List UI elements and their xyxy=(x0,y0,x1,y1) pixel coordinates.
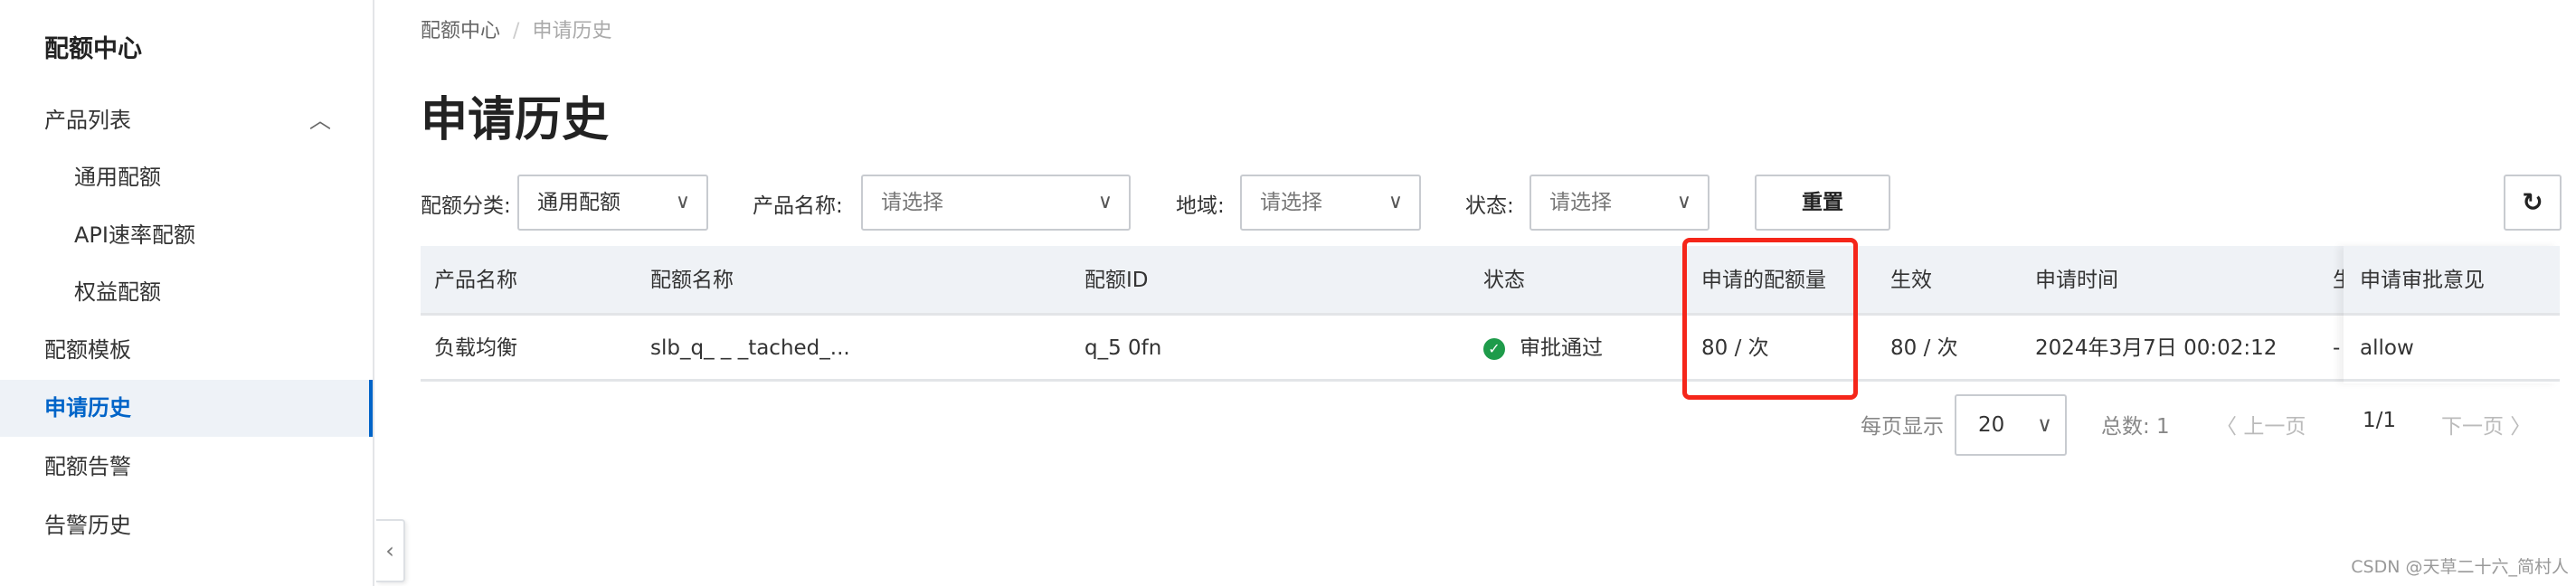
region-label: 地域: xyxy=(1176,194,1225,218)
product-select[interactable]: 请选择 ∨ xyxy=(861,175,1131,231)
fixed-column-approval-opinion: 申请审批意见 allow xyxy=(2344,246,2560,383)
category-label: 配额分类: xyxy=(421,194,511,218)
sidebar: 配额中心 产品列表 ︿ 通用配额 API速率配额 权益配额 配额模板 申请历史 配… xyxy=(0,0,374,586)
select-placeholder: 请选择 xyxy=(881,191,943,214)
sidebar-item-application-history[interactable]: 申请历史 xyxy=(0,380,373,437)
refresh-button[interactable]: ↻ xyxy=(2504,175,2562,231)
breadcrumb-current: 申请历史 xyxy=(532,20,612,43)
collapse-sidebar-button[interactable]: ‹ xyxy=(376,519,405,582)
breadcrumb-link[interactable]: 配额中心 xyxy=(421,20,500,43)
status-label: 状态: xyxy=(1465,194,1514,218)
status-select[interactable]: 请选择 ∨ xyxy=(1530,175,1709,231)
chevron-down-icon: ∨ xyxy=(1676,191,1691,213)
table-header: 产品名称 配额名称 配额ID 状态 申请的配额量 生效 申请时间 生 xyxy=(421,246,2560,316)
status-text: 审批通过 xyxy=(1520,336,1603,360)
cell-quota-id: q_5 0fn xyxy=(1084,336,1162,360)
sidebar-title: 配额中心 xyxy=(44,35,142,63)
per-page-value: 20 xyxy=(1978,413,2005,437)
product-label: 产品名称: xyxy=(753,194,843,218)
sidebar-item-api-rate-quota[interactable]: API速率配额 xyxy=(0,207,373,263)
cell-quota-name: slb_q_ _ _tached_... xyxy=(650,336,850,360)
chevron-left-icon: 〈 xyxy=(2216,415,2244,439)
next-page-button[interactable]: 下一页 〉 xyxy=(2441,409,2531,440)
col-status: 状态 xyxy=(1483,269,1525,292)
chevron-up-icon: ︿ xyxy=(309,108,331,133)
chevron-down-icon: ∨ xyxy=(2037,413,2052,437)
cell-clipped: - xyxy=(2333,336,2341,360)
chevron-left-icon: ‹ xyxy=(385,538,394,563)
breadcrumb: 配额中心 / 申请历史 xyxy=(421,20,612,43)
cell-approval-opinion: allow xyxy=(2360,336,2414,360)
prev-label: 上一页 xyxy=(2243,415,2306,439)
table-row: 负载均衡 slb_q_ _ _tached_... q_5 0fn ✓ 审批通过 … xyxy=(421,316,2560,382)
col-apply-time: 申请时间 xyxy=(2035,269,2118,292)
cell-status: ✓ 审批通过 xyxy=(1483,316,1603,381)
total-count: 总数: 1 xyxy=(2101,415,2170,439)
chevron-down-icon: ∨ xyxy=(675,191,690,213)
sidebar-item-product-list[interactable]: 产品列表 ︿ xyxy=(0,92,373,148)
chevron-right-icon: 〉 xyxy=(2504,415,2532,439)
sidebar-item-quota-alert[interactable]: 配额告警 xyxy=(0,439,373,495)
per-page-select[interactable]: 20 ∨ xyxy=(1955,394,2067,456)
select-value: 通用配额 xyxy=(537,191,620,214)
col-quota-name: 配额名称 xyxy=(650,269,734,292)
history-table: 产品名称 配额名称 配额ID 状态 申请的配额量 生效 申请时间 生 负载均衡 … xyxy=(421,246,2560,383)
chevron-down-icon: ∨ xyxy=(1097,191,1113,213)
select-placeholder: 请选择 xyxy=(1260,191,1322,214)
sidebar-item-alert-history[interactable]: 告警历史 xyxy=(0,497,373,553)
next-label: 下一页 xyxy=(2441,415,2504,439)
per-page-label: 每页显示 xyxy=(1861,415,1944,439)
page-indicator: 1/1 xyxy=(2363,409,2397,432)
highlight-box xyxy=(1682,238,1858,400)
col-effective: 生效 xyxy=(1890,269,1932,292)
page-title: 申请历史 xyxy=(421,93,610,147)
cell-product-name: 负载均衡 xyxy=(434,336,517,360)
prev-page-button[interactable]: 〈 上一页 xyxy=(2216,409,2306,440)
watermark: CSDN @天草二十六_简村人 xyxy=(2351,557,2569,577)
sidebar-item-general-quota[interactable]: 通用配额 xyxy=(0,149,373,205)
refresh-icon: ↻ xyxy=(2522,187,2543,217)
chevron-down-icon: ∨ xyxy=(1387,191,1403,213)
region-select[interactable]: 请选择 ∨ xyxy=(1240,175,1421,231)
sidebar-item-quota-template[interactable]: 配额模板 xyxy=(0,322,373,378)
col-product-name: 产品名称 xyxy=(434,269,517,292)
check-circle-icon: ✓ xyxy=(1483,337,1505,360)
sidebar-item-rights-quota[interactable]: 权益配额 xyxy=(0,264,373,320)
col-quota-id: 配额ID xyxy=(1084,269,1149,292)
col-approval-opinion: 申请审批意见 xyxy=(2360,269,2485,292)
reset-button[interactable]: 重置 xyxy=(1755,175,1890,231)
category-select[interactable]: 通用配额 ∨ xyxy=(517,175,708,231)
cell-apply-time: 2024年3月7日 00:02:12 xyxy=(2035,336,2278,360)
select-placeholder: 请选择 xyxy=(1549,191,1612,214)
cell-effective: 80 / 次 xyxy=(1890,336,1958,360)
sidebar-item-label: 产品列表 xyxy=(44,108,131,133)
